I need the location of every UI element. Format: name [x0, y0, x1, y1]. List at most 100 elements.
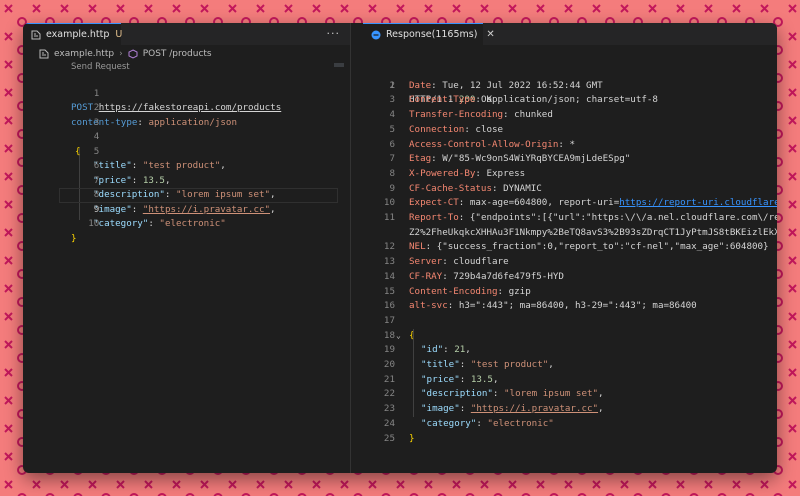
header-name: Server — [409, 256, 443, 268]
more-actions-icon[interactable]: ··· — [327, 27, 341, 40]
header-value: {"success_fraction":0,"report_to":"cf-ne… — [436, 241, 769, 253]
code-line: 5 "title": "test product", — [23, 130, 350, 172]
header-value: gzip — [508, 285, 531, 297]
file-icon — [39, 49, 49, 59]
json-value[interactable]: "https://i.pravatar.cc" — [471, 403, 598, 414]
header-name: Etag — [409, 153, 432, 165]
line-number: 15 — [383, 285, 395, 297]
line-number: 4 — [389, 109, 395, 121]
line-number: 2 — [389, 79, 395, 91]
line-number: 19 — [383, 344, 395, 356]
line-number: 23 — [383, 403, 395, 415]
header-value: chunked — [514, 109, 553, 121]
breadcrumb-symbol[interactable]: POST /products — [143, 49, 212, 59]
line-number: 21 — [383, 373, 395, 385]
header-link[interactable]: https://report-uri.cloudflare — [619, 197, 777, 208]
line-number: 16 — [383, 300, 395, 312]
response-body-line: 18 ⌄{ — [363, 329, 777, 344]
header-name: X-Powered-By — [409, 167, 476, 179]
response-header-line: Z2%2FheUkqkcXHHAu3F1Nkmpy%2BeTQ8avS3%2B9… — [363, 226, 777, 241]
header-value: close — [475, 123, 504, 135]
close-icon[interactable]: ✕ — [486, 29, 494, 40]
header-value: * — [569, 138, 575, 150]
tab-title: Response(1165ms) — [386, 29, 478, 40]
json-value: "lorem ipsum set" — [504, 388, 599, 400]
header-name: Date — [409, 79, 432, 91]
tab-response[interactable]: Response(1165ms) ✕ — [363, 23, 495, 45]
code-line: 9 "category": "electronic" — [23, 188, 350, 230]
response-viewer[interactable]: 1 HTTP/1.1 200 OK 2 Date: Tue, 12 Jul 202… — [363, 45, 777, 473]
line-number: 9 — [389, 182, 395, 194]
response-pane: Response(1165ms) ✕ 1 HTTP/1.1 200 OK 2 Da… — [363, 23, 777, 473]
response-body-line: 17 — [363, 314, 777, 329]
response-header-line: 9 CF-Cache-Status: DYNAMIC — [363, 182, 777, 197]
response-header-line: 2 Date: Tue, 12 Jul 2022 16:52:44 GMT — [363, 79, 777, 94]
header-value: W/"85-Wc9onS4WiYRqBYCEA9mjLdeESpg" — [442, 153, 631, 165]
header-value: cloudflare — [453, 256, 509, 268]
response-header-line: 12 NEL: {"success_fraction":0,"report_to"… — [363, 240, 777, 255]
chevron-right-icon: › — [119, 48, 123, 59]
header-name: CF-RAY — [409, 270, 443, 282]
code-line: 7 "description": "lorem ipsum set", — [23, 159, 350, 201]
tab-title: example.http — [46, 29, 110, 40]
header-value: {"endpoints":[{"url":"https:\/\/a.nel.cl… — [469, 212, 777, 223]
request-editor[interactable]: Send Request 1 POST https://fakestoreapi… — [23, 62, 350, 473]
response-header-line: 5 Connection: close — [363, 123, 777, 138]
response-header-line: 14 CF-RAY: 729b4a7d6fe479f5-HYD — [363, 270, 777, 285]
line-number: 22 — [383, 388, 395, 400]
minimap[interactable] — [334, 63, 344, 67]
send-request-link[interactable]: Send Request — [71, 62, 130, 72]
header-value: Express — [486, 167, 526, 179]
code-line: 10 } — [23, 203, 350, 244]
response-body-line: 24 "category": "electronic" — [363, 417, 777, 432]
tab-example-http[interactable]: example.http U — [23, 23, 122, 45]
header-name: Expect-CT — [409, 197, 459, 209]
code-line: 8 "image": "https://i.pravatar.cc", — [23, 174, 350, 215]
json-value: "test product" — [470, 359, 549, 370]
response-body-line: 21 "price": 13.5, — [363, 373, 777, 388]
response-icon — [371, 30, 381, 40]
line-number: 14 — [383, 270, 395, 282]
response-header-line: 8 X-Powered-By: Express — [363, 167, 777, 182]
fold-chevron-icon[interactable]: ⌄ — [396, 329, 401, 344]
line-number: 10 — [88, 218, 100, 229]
code-line: 6 "price": 13.5, — [23, 145, 350, 186]
response-header-line: 16 alt-svc: h3=":443"; ma=86400, h3-29=":… — [363, 299, 777, 314]
response-header-line: 15 Content-Encoding: gzip — [363, 285, 777, 300]
line-number: 5 — [389, 123, 395, 135]
response-body-line: 23 "image": "https://i.pravatar.cc", — [363, 402, 777, 417]
indent-guide — [413, 328, 414, 417]
response-body-line: 25} — [363, 432, 777, 447]
response-header-line: 7 Etag: W/"85-Wc9onS4WiYRqBYCEA9mjLdeESpg… — [363, 152, 777, 167]
response-header-line: 10 Expect-CT: max-age=604800, report-uri=… — [363, 196, 777, 211]
header-value: 729b4a7d6fe479f5-HYD — [453, 270, 564, 282]
header-name: NEL — [409, 241, 426, 253]
editor-window: example.http U ··· example.http › POST /… — [23, 23, 777, 473]
json-key: "price" — [421, 373, 460, 385]
header-value: DYNAMIC — [503, 182, 542, 194]
line-number: 18 — [383, 329, 395, 341]
json-value: 21 — [454, 344, 466, 356]
response-body-line: 22 "description": "lorem ipsum set", — [363, 387, 777, 402]
breadcrumb: example.http › POST /products — [23, 45, 350, 62]
header-name: Content-Type — [409, 94, 476, 106]
pane-divider[interactable] — [350, 23, 363, 473]
json-key: "description" — [421, 388, 493, 400]
code-line: 1 POST https://fakestoreapi.com/products — [23, 72, 350, 114]
header-name: Transfer-Encoding — [409, 109, 504, 121]
header-name: Access-Control-Allow-Origin — [409, 138, 559, 150]
line-number: 17 — [383, 314, 395, 326]
request-pane: example.http U ··· example.http › POST /… — [23, 23, 350, 473]
header-value: Z2%2FheUkqkcXHHAu3F1Nkmpy%2BeTQ8avS3%2B9… — [409, 226, 777, 238]
breadcrumb-file[interactable]: example.http — [54, 49, 114, 59]
header-value: application/json; charset=utf-8 — [486, 94, 658, 106]
file-icon — [31, 30, 41, 40]
line-number: 6 — [389, 138, 395, 150]
line-number: 7 — [389, 153, 395, 165]
code-line: 3 — [23, 101, 350, 128]
line-number: 20 — [383, 359, 395, 370]
symbol-icon — [128, 48, 138, 59]
response-body-line: 20 "title": "test product", — [363, 358, 777, 373]
line-number: 8 — [389, 167, 395, 179]
line-number: 12 — [383, 241, 395, 253]
